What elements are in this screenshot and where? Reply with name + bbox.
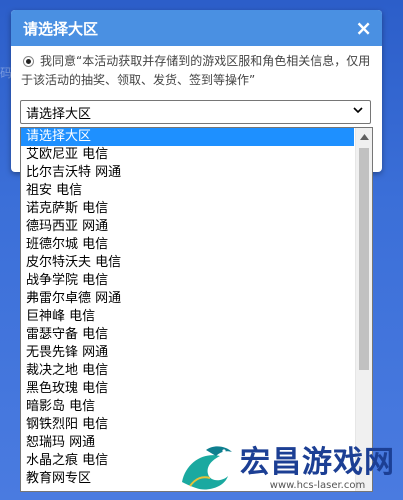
region-option[interactable]: 无畏先锋 网通 bbox=[21, 344, 354, 362]
consent-text: 我同意“本活动获取并存储到的游戏区服和角色相关信息，仅用于该活动的抽奖、领取、发… bbox=[21, 54, 371, 87]
region-option[interactable]: 比尔吉沃特 网通 bbox=[21, 164, 354, 182]
watermark-text: 宏昌游戏网 www.hcs-laser.com bbox=[240, 444, 395, 491]
watermark-url: www.hcs-laser.com bbox=[269, 479, 366, 491]
dragon-logo-icon bbox=[182, 446, 232, 490]
region-option[interactable]: 暗影岛 电信 bbox=[21, 398, 354, 416]
watermark-title: 宏昌游戏网 bbox=[240, 444, 395, 480]
watermark: 宏昌游戏网 www.hcs-laser.com bbox=[176, 442, 395, 494]
scroll-thumb[interactable] bbox=[359, 148, 369, 370]
region-option[interactable]: 德玛西亚 网通 bbox=[21, 218, 354, 236]
dialog-header: 请选择大区 × bbox=[11, 10, 382, 46]
region-option[interactable]: 诺克萨斯 电信 bbox=[21, 200, 354, 218]
scrollbar[interactable] bbox=[355, 128, 372, 491]
region-option[interactable]: 祖安 电信 bbox=[21, 182, 354, 200]
region-select-value: 请选择大区 bbox=[26, 106, 92, 122]
region-option[interactable]: 皮尔特沃夫 电信 bbox=[21, 254, 354, 272]
region-option[interactable]: 艾欧尼亚 电信 bbox=[21, 146, 354, 164]
close-button[interactable]: × bbox=[355, 18, 372, 38]
chevron-down-icon bbox=[352, 104, 364, 119]
dialog-title: 请选择大区 bbox=[23, 19, 99, 38]
region-option[interactable]: 雷瑟守备 电信 bbox=[21, 326, 354, 344]
region-option[interactable]: 弗雷尔卓德 网通 bbox=[21, 290, 354, 308]
consent-option[interactable]: 我同意“本活动获取并存储到的游戏区服和角色相关信息，仅用于该活动的抽奖、领取、发… bbox=[21, 52, 373, 90]
region-option[interactable]: 请选择大区 bbox=[21, 128, 354, 146]
region-option[interactable]: 黑色玫瑰 电信 bbox=[21, 380, 354, 398]
region-select[interactable]: 请选择大区 bbox=[20, 100, 371, 124]
region-option[interactable]: 战争学院 电信 bbox=[21, 272, 354, 290]
consent-radio[interactable] bbox=[23, 56, 34, 67]
region-option[interactable]: 钢铁烈阳 电信 bbox=[21, 416, 354, 434]
scroll-up-icon[interactable] bbox=[356, 128, 372, 145]
region-dropdown-list[interactable]: 请选择大区 艾欧尼亚 电信 比尔吉沃特 网通 祖安 电信 诺克萨斯 电信 德玛西亚 网通班… bbox=[20, 127, 373, 492]
region-option[interactable]: 巨神峰 电信 bbox=[21, 308, 354, 326]
options-list: 请选择大区 艾欧尼亚 电信 比尔吉沃特 网通 祖安 电信 诺克萨斯 电信 德玛西亚 网通班… bbox=[21, 128, 354, 488]
region-option[interactable]: 裁决之地 电信 bbox=[21, 362, 354, 380]
region-option[interactable]: 班德尔城 电信 bbox=[21, 236, 354, 254]
